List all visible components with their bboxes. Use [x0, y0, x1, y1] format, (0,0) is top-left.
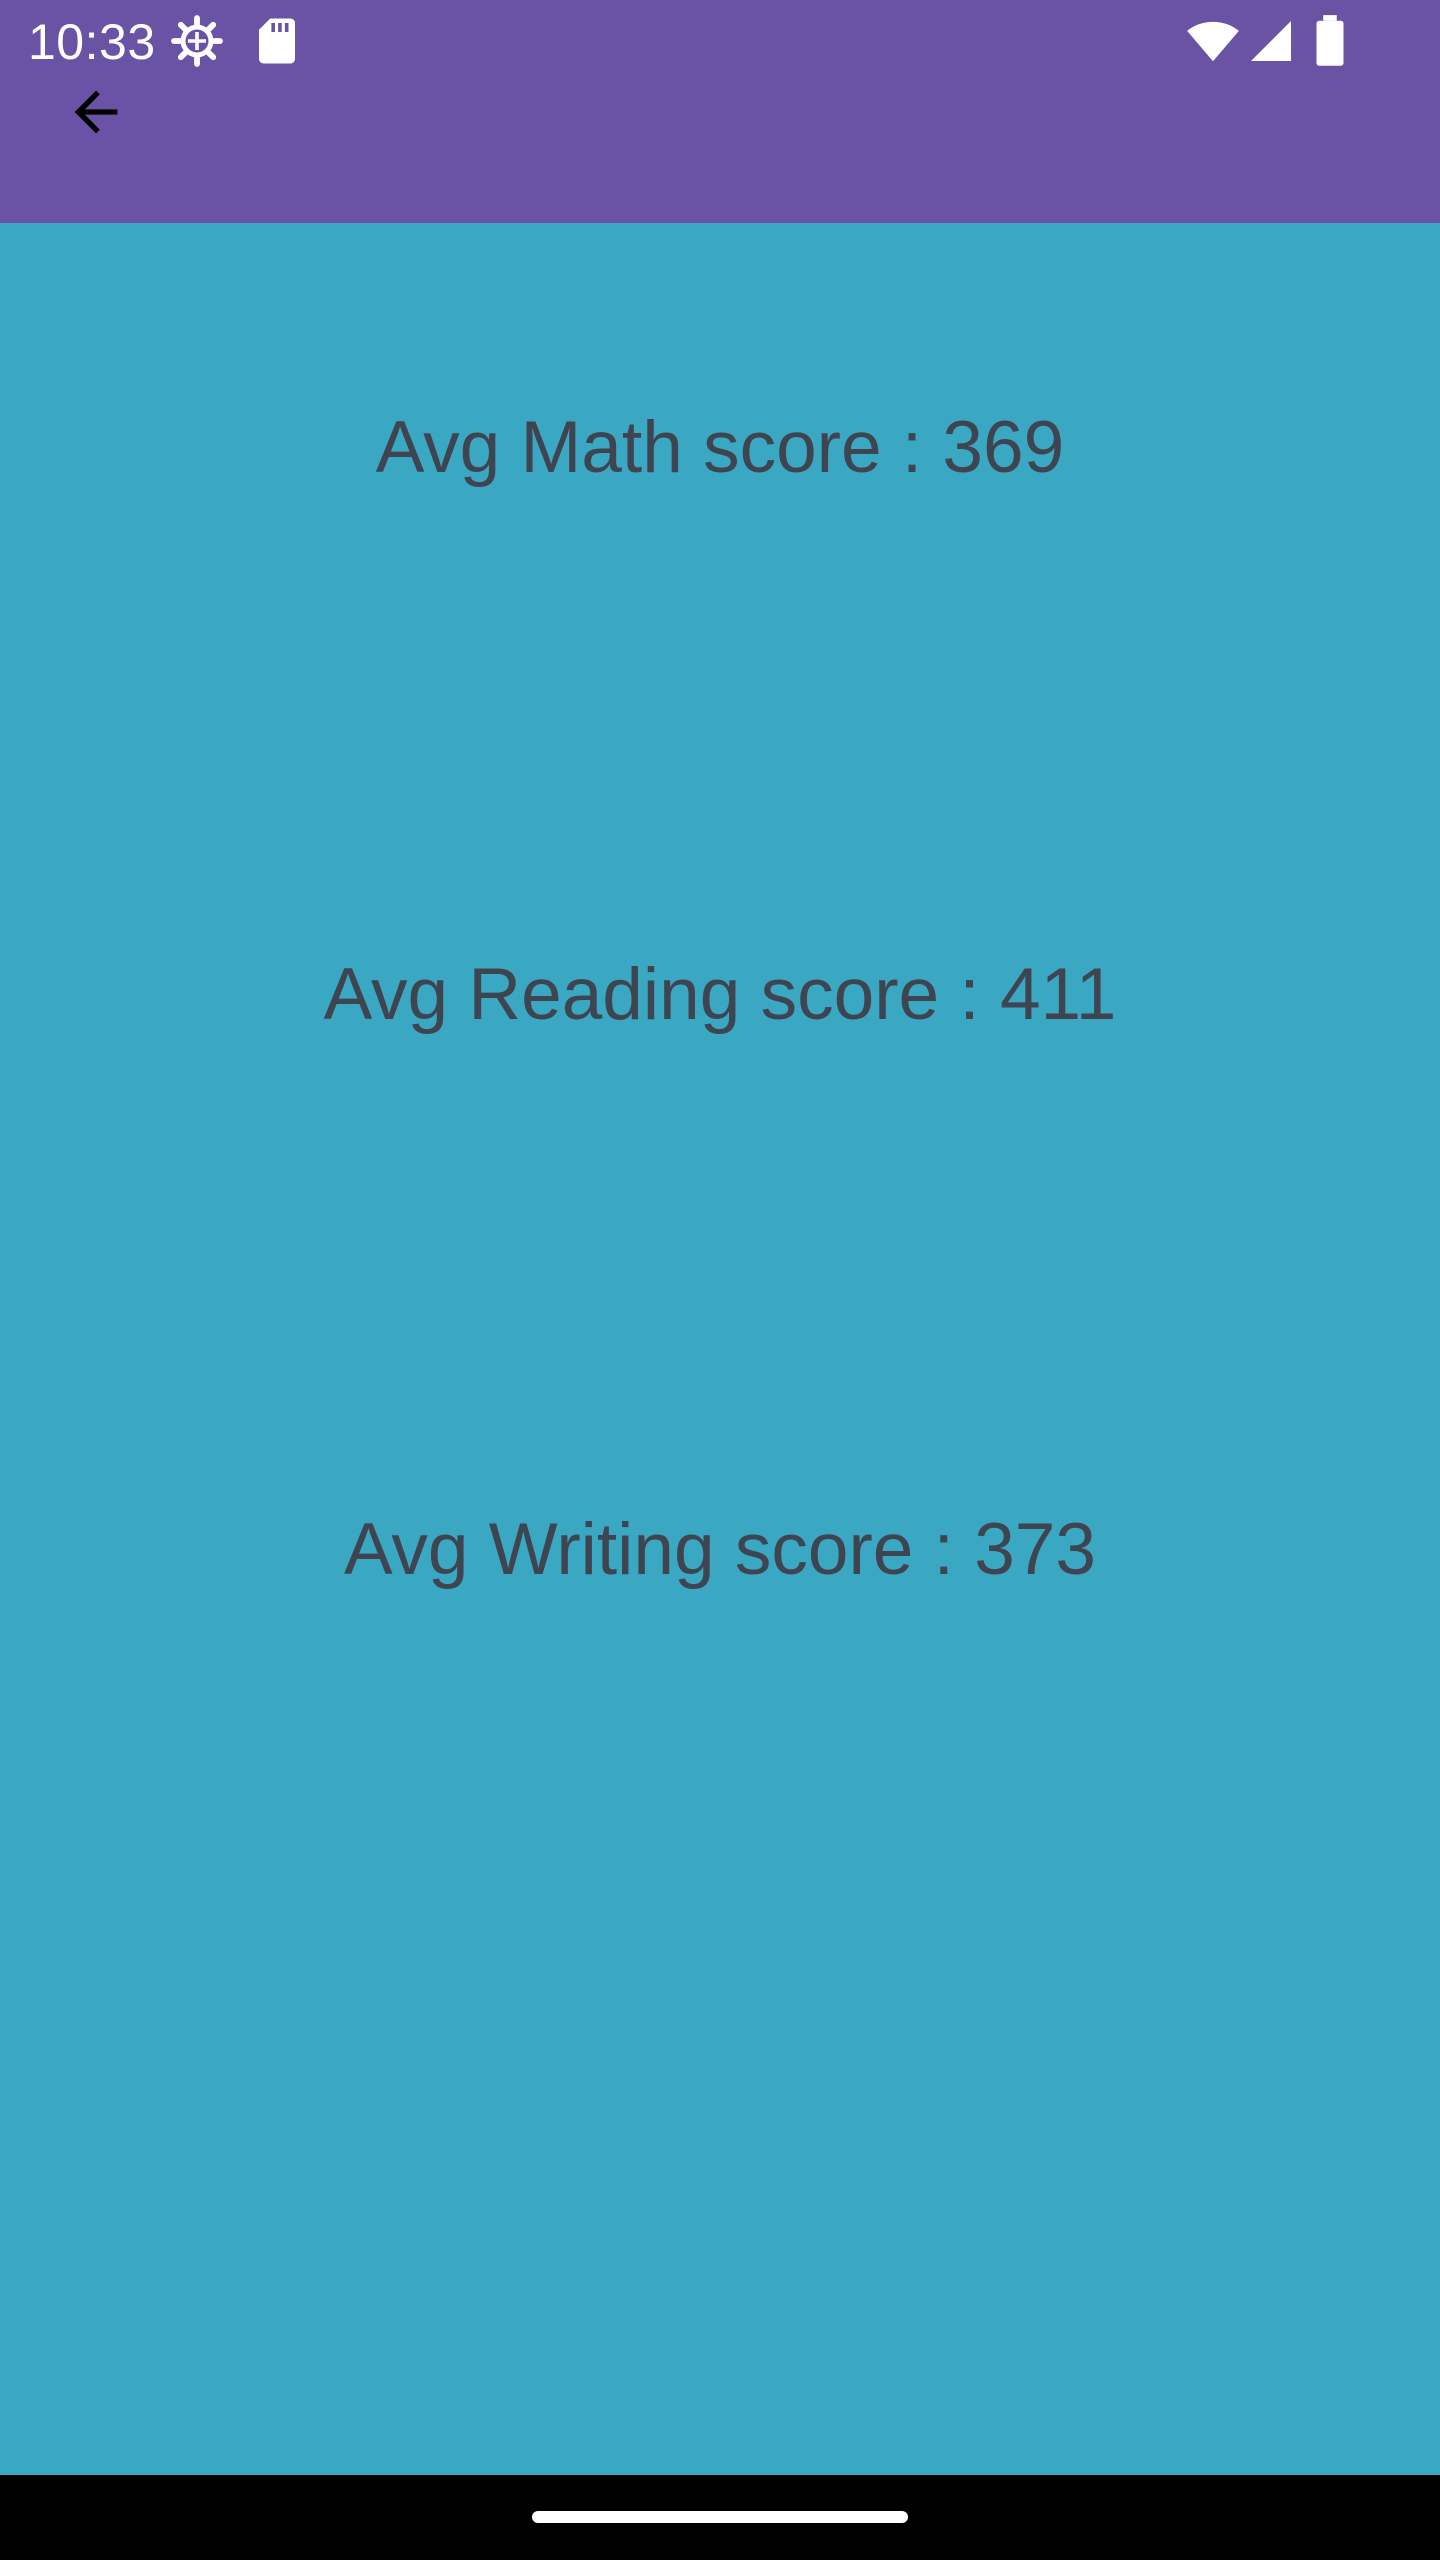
scores-panel: Avg Math score : 369 Avg Reading score :…	[0, 223, 1440, 2475]
home-indicator[interactable]	[532, 2511, 908, 2523]
gear-icon	[170, 14, 224, 68]
back-button[interactable]	[52, 70, 140, 158]
avg-writing-score: Avg Writing score : 373	[344, 1509, 1096, 1590]
signal-icon	[1247, 14, 1295, 68]
wifi-icon	[1185, 14, 1241, 68]
app-bar: 10:33	[0, 0, 1440, 223]
avg-reading-score: Avg Reading score : 411	[323, 954, 1117, 1035]
avg-math-score: Avg Math score : 369	[375, 407, 1065, 488]
sdcard-icon	[250, 14, 304, 68]
arrow-left-icon	[64, 80, 128, 149]
status-time: 10:33	[28, 14, 156, 70]
battery-icon	[1310, 14, 1350, 68]
